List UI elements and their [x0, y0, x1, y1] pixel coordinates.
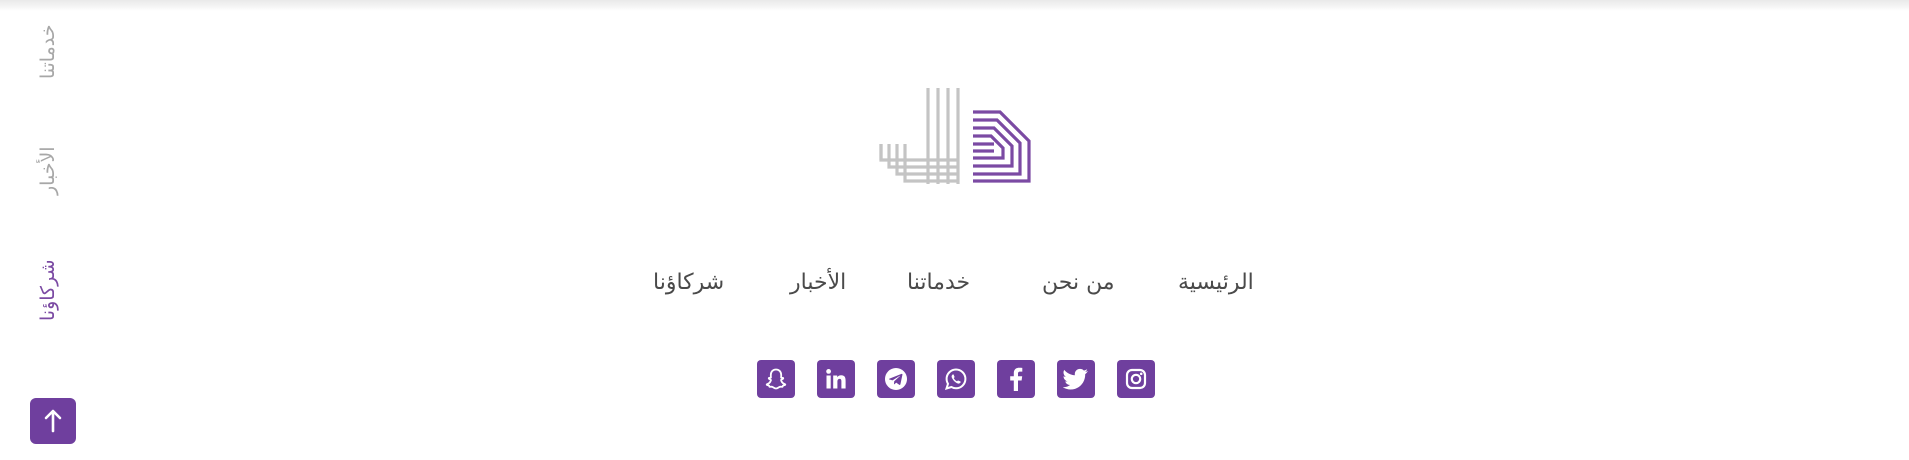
linkedin-icon	[826, 369, 846, 389]
facebook-link[interactable]	[997, 360, 1035, 398]
scroll-to-top-button[interactable]	[30, 398, 76, 444]
nav-item-partners[interactable]: شركاؤنا	[653, 265, 724, 301]
side-nav-item-services[interactable]: خدماتنا	[28, 14, 68, 90]
footer-main-nav: الرئيسية من نحن خدماتنا الأخبار شركاؤنا	[0, 265, 1909, 301]
facebook-icon	[1010, 367, 1023, 391]
social-links	[0, 360, 1909, 398]
twitter-icon	[1063, 368, 1088, 390]
nav-item-about[interactable]: من نحن	[1042, 265, 1115, 301]
telegram-icon	[885, 368, 907, 390]
snapchat-link[interactable]	[757, 360, 795, 398]
side-nav-item-news[interactable]: الأخبار	[28, 140, 68, 202]
whatsapp-icon	[945, 368, 967, 390]
nav-item-services[interactable]: خدماتنا	[907, 265, 970, 301]
snapchat-icon	[765, 368, 787, 390]
dal-logo-icon	[879, 88, 1031, 184]
nav-item-news[interactable]: الأخبار	[790, 265, 846, 301]
linkedin-link[interactable]	[817, 360, 855, 398]
arrow-up-icon	[44, 409, 62, 433]
twitter-link[interactable]	[1057, 360, 1095, 398]
site-logo[interactable]	[876, 86, 1040, 204]
footer-page: خدماتنا الأخبار شركاؤنا الرئيسية من نحن …	[0, 0, 1909, 460]
instagram-link[interactable]	[1117, 360, 1155, 398]
telegram-link[interactable]	[877, 360, 915, 398]
whatsapp-link[interactable]	[937, 360, 975, 398]
nav-item-home[interactable]: الرئيسية	[1178, 265, 1254, 301]
header-shadow	[0, 0, 1909, 11]
instagram-icon	[1125, 368, 1147, 390]
